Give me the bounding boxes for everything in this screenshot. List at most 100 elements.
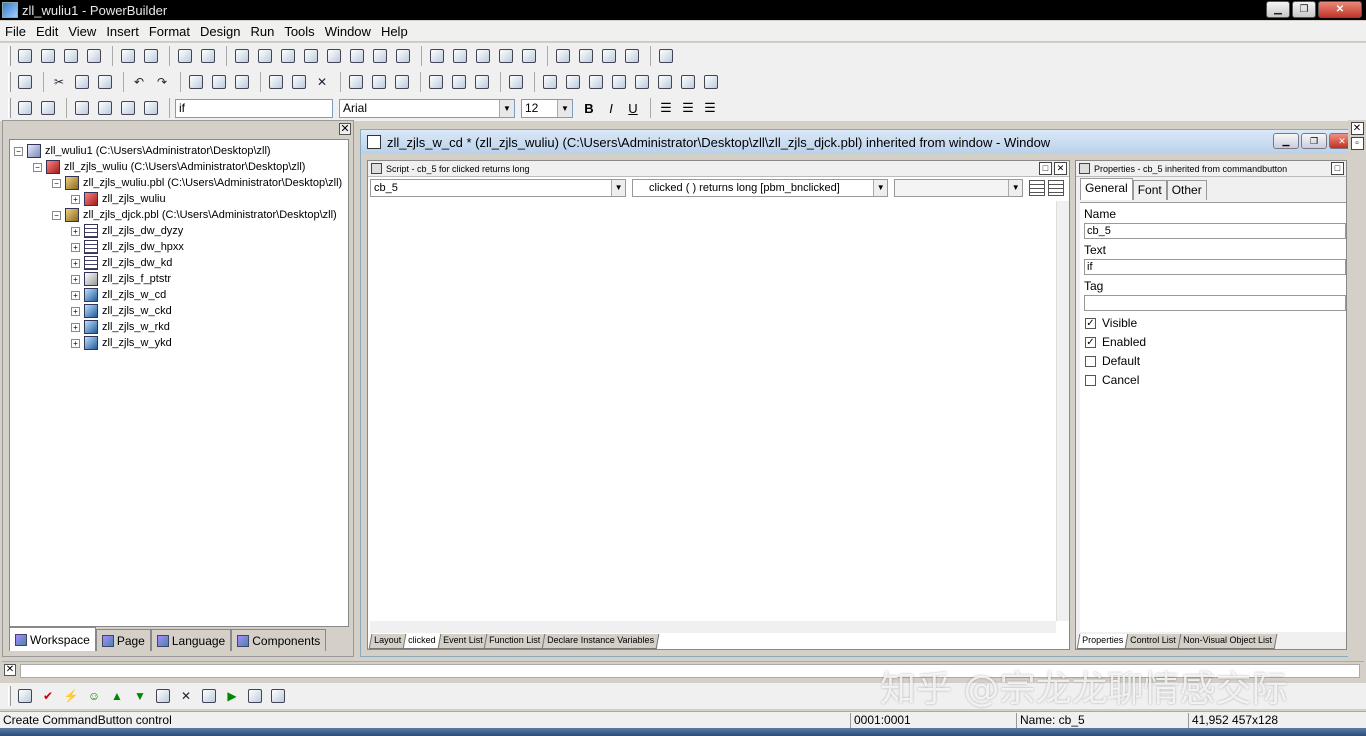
control-palette-icon-7[interactable] bbox=[678, 72, 698, 92]
profile-icon[interactable] bbox=[622, 46, 642, 66]
control-palette-icon-2[interactable] bbox=[563, 72, 583, 92]
library-painter-icon[interactable] bbox=[232, 46, 252, 66]
maximize-icon[interactable]: □ bbox=[1039, 162, 1052, 175]
event-select[interactable]: clicked ( ) returns long [pbm_bnclicked]… bbox=[632, 179, 889, 197]
lasso-icon[interactable] bbox=[369, 72, 389, 92]
close-icon[interactable]: ✕ bbox=[1054, 162, 1067, 175]
tree-item[interactable]: + zll_zjls_f_ptstr bbox=[14, 271, 348, 287]
edit-source-icon[interactable] bbox=[393, 46, 413, 66]
save-icon[interactable] bbox=[15, 72, 35, 92]
tab-declare-instance-variables[interactable]: Declare Instance Variables bbox=[541, 634, 660, 649]
expand-icon[interactable]: + bbox=[71, 274, 80, 284]
tag-field[interactable] bbox=[1084, 295, 1346, 311]
replace-icon[interactable] bbox=[472, 72, 492, 92]
checkmark-icon[interactable]: ✔ bbox=[38, 686, 58, 706]
painter-restore-button[interactable]: ❐ bbox=[1301, 133, 1327, 149]
border-dropdown-icon[interactable] bbox=[141, 98, 161, 118]
commandbutton-dropdown-icon[interactable] bbox=[186, 72, 206, 92]
layers-icon[interactable] bbox=[506, 72, 526, 92]
chevron-down-icon[interactable]: ▼ bbox=[611, 180, 626, 196]
control-palette-icon-3[interactable] bbox=[586, 72, 606, 92]
smiley-icon[interactable]: ☺ bbox=[84, 686, 104, 706]
tab-non-visual-object-list[interactable]: Non-Visual Object List bbox=[1177, 634, 1277, 649]
chevron-down-icon[interactable]: ▼ bbox=[873, 180, 888, 196]
stop-icon[interactable] bbox=[553, 46, 573, 66]
menu-window[interactable]: Window bbox=[320, 24, 376, 39]
project-icon[interactable] bbox=[255, 46, 275, 66]
menu-file[interactable]: File bbox=[0, 24, 31, 39]
tree-item[interactable]: + zll_zjls_dw_dyzy bbox=[14, 223, 348, 239]
name-field[interactable]: cb_5 bbox=[1084, 223, 1346, 239]
menu-insert[interactable]: Insert bbox=[101, 24, 144, 39]
tree-item[interactable]: + zll_zjls_w_rkd bbox=[14, 319, 348, 335]
tree-item[interactable]: + zll_zjls_wuliu bbox=[14, 191, 348, 207]
text-color-icon[interactable] bbox=[95, 98, 115, 118]
cancel-checkbox[interactable]: Cancel bbox=[1085, 373, 1139, 387]
component-icon[interactable] bbox=[370, 46, 390, 66]
toolbar-grip[interactable] bbox=[8, 686, 11, 706]
script-split-icon[interactable] bbox=[1048, 180, 1064, 196]
vertical-scrollbar[interactable] bbox=[1056, 201, 1069, 621]
new-icon[interactable] bbox=[15, 46, 35, 66]
properties-view-icon[interactable] bbox=[141, 46, 161, 66]
tree-item[interactable]: − zll_zjls_wuliu (C:\Users\Administrator\… bbox=[14, 159, 348, 175]
tab-components[interactable]: Components bbox=[231, 629, 327, 651]
tab-general[interactable]: General bbox=[1080, 178, 1133, 200]
runner-icon[interactable] bbox=[599, 46, 619, 66]
play-icon[interactable]: ▶ bbox=[222, 686, 242, 706]
tree-item[interactable]: + zll_zjls_dw_hpxx bbox=[14, 239, 348, 255]
menu-run[interactable]: Run bbox=[245, 24, 279, 39]
horizontal-scrollbar[interactable] bbox=[370, 621, 1056, 633]
expand-icon[interactable]: + bbox=[71, 258, 80, 268]
control-palette-icon-8[interactable] bbox=[701, 72, 721, 92]
browser-icon[interactable] bbox=[84, 46, 104, 66]
pen-icon[interactable] bbox=[268, 686, 288, 706]
menu-edit[interactable]: Edit bbox=[31, 24, 63, 39]
expand-icon[interactable]: + bbox=[71, 290, 80, 300]
chevron-down-icon[interactable]: ▼ bbox=[557, 99, 572, 117]
layout-view-icon[interactable] bbox=[118, 46, 138, 66]
tab-other[interactable]: Other bbox=[1166, 180, 1207, 200]
font-size-select[interactable]: 12 ▼ bbox=[521, 98, 573, 118]
tree-item[interactable]: + zll_zjls_dw_kd bbox=[14, 255, 348, 271]
text-input[interactable]: if bbox=[175, 98, 333, 118]
visible-checkbox[interactable]: ✓ Visible bbox=[1085, 316, 1137, 330]
checkbox-box[interactable]: ✓ bbox=[1085, 317, 1096, 329]
menu-view[interactable]: View bbox=[63, 24, 101, 39]
underline-button[interactable]: U bbox=[623, 101, 643, 116]
bold-button[interactable]: B bbox=[579, 101, 599, 116]
close-icon[interactable]: ✕ bbox=[339, 123, 351, 135]
find-icon[interactable] bbox=[426, 72, 446, 92]
redo-icon[interactable]: ↷ bbox=[152, 72, 172, 92]
tab-clicked[interactable]: clicked bbox=[402, 634, 441, 649]
pin-icon[interactable]: ▫ bbox=[1350, 137, 1364, 150]
space-icon[interactable] bbox=[450, 46, 470, 66]
undo-icon[interactable]: ↶ bbox=[129, 72, 149, 92]
paste-icon[interactable] bbox=[95, 72, 115, 92]
delete-icon[interactable]: ✕ bbox=[312, 72, 332, 92]
step-into-icon[interactable] bbox=[153, 686, 173, 706]
align-right-icon[interactable]: ☰ bbox=[700, 100, 720, 116]
step-down-icon[interactable]: ▼ bbox=[130, 686, 150, 706]
tree-item[interactable]: + zll_zjls_w_ckd bbox=[14, 303, 348, 319]
database-icon[interactable] bbox=[301, 46, 321, 66]
menu-format[interactable]: Format bbox=[144, 24, 195, 39]
tab-workspace[interactable]: Workspace bbox=[9, 627, 96, 651]
tree-item[interactable]: + zll_zjls_w_cd bbox=[14, 287, 348, 303]
compare-icon[interactable] bbox=[266, 72, 286, 92]
cut-icon[interactable]: ✂ bbox=[49, 72, 69, 92]
script-editor[interactable] bbox=[370, 201, 1058, 621]
maximize-icon[interactable]: □ bbox=[1331, 162, 1344, 175]
toolbar-grip[interactable] bbox=[8, 98, 11, 118]
grid-icon[interactable] bbox=[496, 46, 516, 66]
object-select[interactable]: cb_5 ▼ bbox=[370, 179, 627, 197]
chevron-down-icon[interactable]: ▼ bbox=[1008, 180, 1023, 196]
expand-icon[interactable]: + bbox=[71, 242, 80, 252]
close-button[interactable]: ✕ bbox=[1318, 1, 1362, 18]
control-palette-icon-1[interactable] bbox=[540, 72, 560, 92]
script-list-icon[interactable] bbox=[1029, 180, 1046, 196]
ancestor-select[interactable]: ▼ bbox=[894, 179, 1024, 197]
list-icon[interactable] bbox=[199, 686, 219, 706]
preview-icon[interactable] bbox=[289, 72, 309, 92]
build-icon[interactable] bbox=[324, 46, 344, 66]
